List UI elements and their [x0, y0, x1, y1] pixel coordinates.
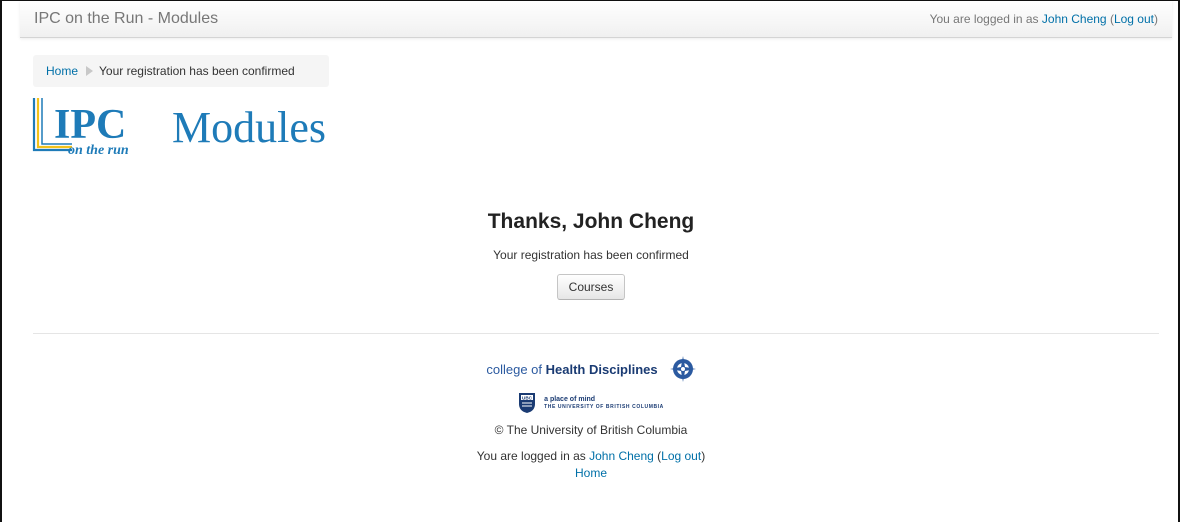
logo-ipc-text: IPC — [54, 102, 126, 148]
ipc-logo-graphic: IPC on the run Modules — [32, 98, 326, 158]
college-health-disciplines-logo[interactable]: college of Health Disciplines — [486, 356, 696, 382]
page-heading: Thanks, John Cheng — [487, 210, 695, 233]
logo-tagline-text: on the run — [68, 143, 129, 158]
user-profile-link[interactable]: John Cheng — [1042, 12, 1107, 26]
login-prefix: You are logged in as — [929, 12, 1042, 26]
footer-login-prefix: You are logged in as — [476, 449, 590, 463]
footer-home-link[interactable]: Home — [0, 466, 1182, 480]
logo-modules-text: Modules — [172, 103, 326, 152]
site-brand[interactable]: IPC on the Run - Modules — [34, 10, 218, 28]
footer-logout-close-paren: ) — [701, 449, 706, 463]
ubc-tagline: a place of mind — [544, 396, 596, 403]
footer-logout-link[interactable]: Log out — [661, 449, 701, 463]
top-navbar: IPC on the Run - Modules You are logged … — [20, 1, 1172, 38]
footer-login-info: You are logged in as John Cheng (Log out… — [0, 449, 1182, 463]
chd-prefix: college of — [486, 361, 546, 377]
courses-button[interactable]: Courses — [556, 274, 626, 300]
confirmation-message: Your registration has been confirmed — [493, 248, 689, 262]
login-info: You are logged in as John Cheng (Log out… — [930, 12, 1158, 26]
breadcrumb-separator-icon — [86, 66, 94, 76]
breadcrumb-home-link[interactable]: Home — [46, 64, 78, 78]
ubc-name: THE UNIVERSITY OF BRITISH COLUMBIA — [544, 404, 664, 410]
breadcrumb: Home Your registration has been confirmed — [33, 55, 329, 87]
site-logo[interactable]: IPC on the run Modules — [32, 96, 362, 158]
footer-user-profile-link[interactable]: John Cheng — [589, 449, 654, 463]
footer-divider — [33, 333, 1159, 334]
ubc-logo[interactable]: UBC a place of mind THE UNIVERSITY OF BR… — [518, 392, 664, 414]
chd-bold: Health Disciplines — [545, 361, 658, 377]
breadcrumb-current: Your registration has been confirmed — [99, 64, 295, 78]
logout-open-paren: ( — [1106, 12, 1114, 26]
ubc-crest-icon: UBC — [519, 393, 536, 413]
logout-close-paren: ) — [1154, 12, 1158, 26]
compass-star-icon — [669, 356, 696, 382]
page-footer: college of Health Disciplines UBC a plac… — [0, 356, 1182, 480]
copyright-text: © The University of British Columbia — [494, 423, 688, 437]
ubc-crest-text: UBC — [522, 395, 533, 400]
main-content: Thanks, John Cheng Your registration has… — [0, 210, 1182, 300]
logout-link[interactable]: Log out — [1114, 12, 1154, 26]
